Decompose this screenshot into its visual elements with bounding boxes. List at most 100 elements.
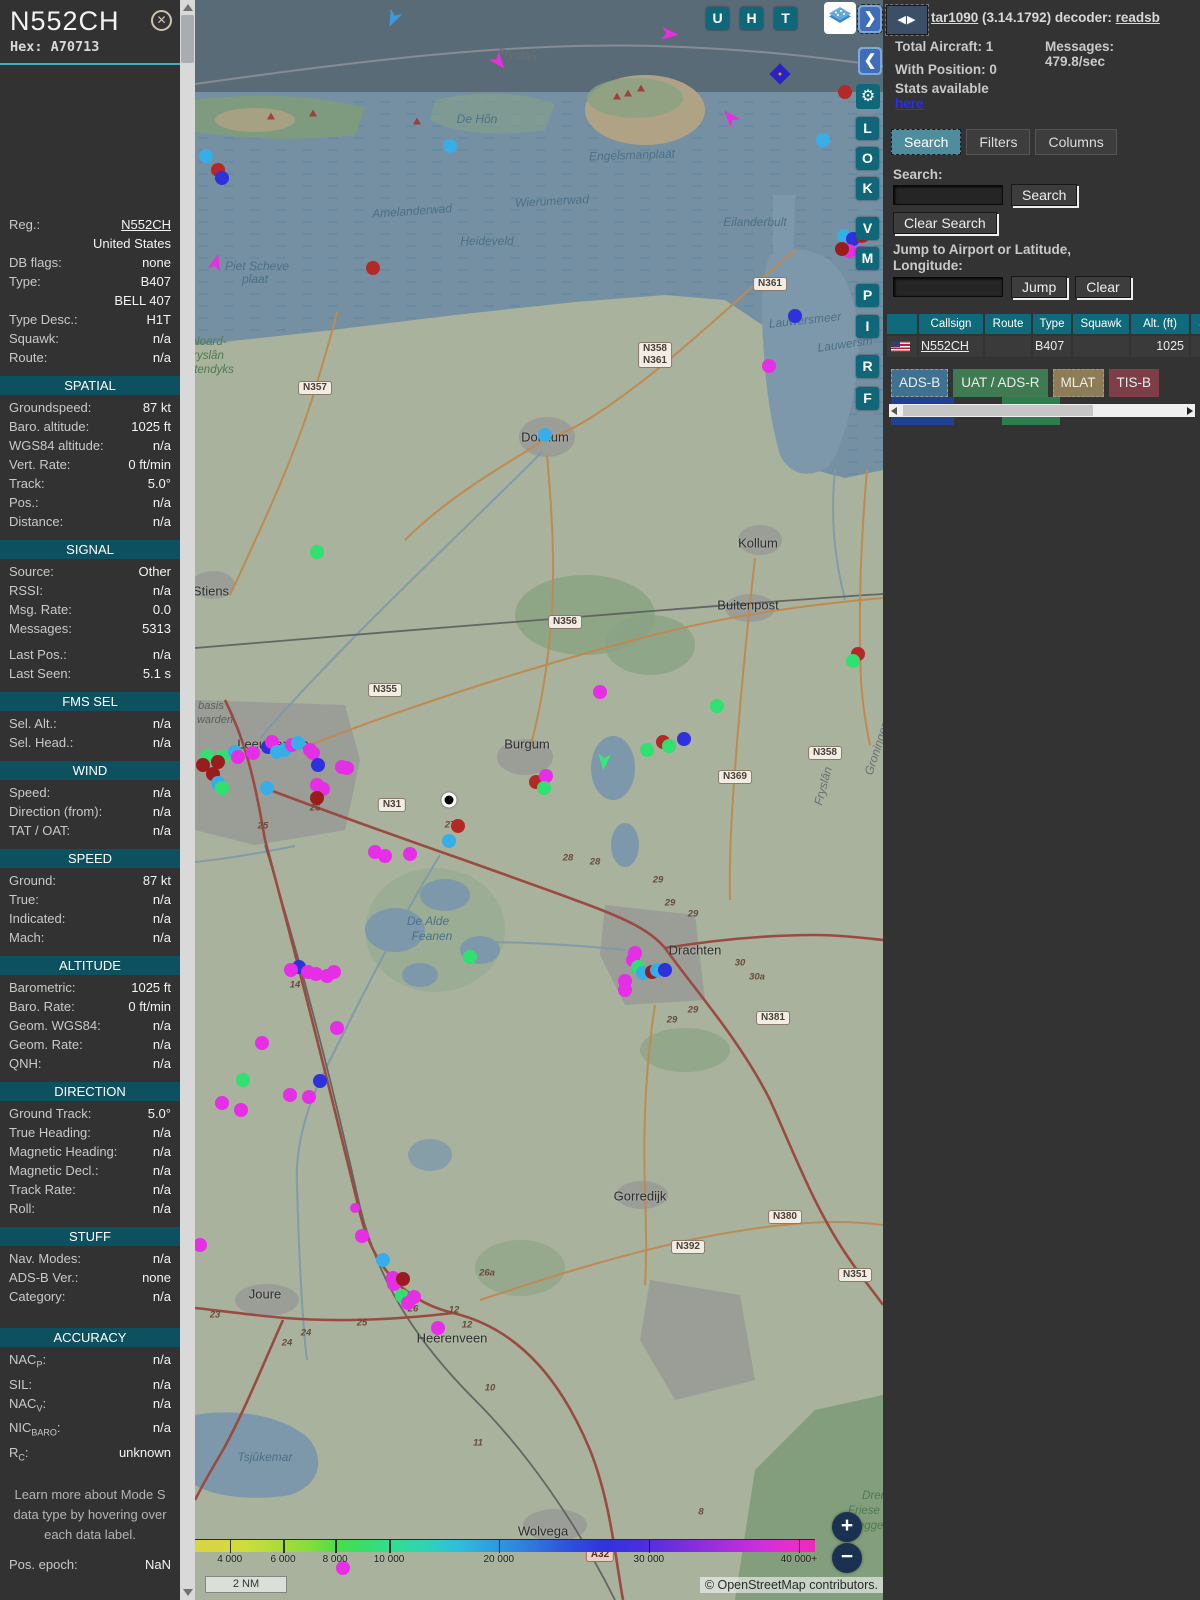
aircraft-dot[interactable] bbox=[838, 85, 852, 99]
aircraft-dot[interactable] bbox=[355, 1229, 369, 1243]
hscrollbar-thumb[interactable] bbox=[903, 405, 1093, 416]
aircraft-dot[interactable] bbox=[677, 732, 691, 746]
tab-search[interactable]: Search bbox=[891, 129, 962, 155]
sidebar-collapse-button[interactable]: ❮ bbox=[858, 47, 882, 75]
tab-columns[interactable]: Columns bbox=[1035, 129, 1117, 155]
aircraft-dot[interactable] bbox=[403, 847, 417, 861]
aircraft-dot[interactable] bbox=[442, 834, 456, 848]
aircraft-dot[interactable] bbox=[215, 171, 229, 185]
settings-button[interactable]: ⚙ bbox=[856, 84, 880, 109]
map-button-P[interactable]: P bbox=[856, 284, 879, 307]
column-header-Route[interactable]: Route bbox=[985, 314, 1031, 334]
aircraft-dot[interactable] bbox=[340, 761, 354, 775]
aircraft-dot[interactable] bbox=[846, 654, 860, 668]
aircraft-dot[interactable] bbox=[593, 685, 607, 699]
map-button-M[interactable]: M bbox=[856, 247, 879, 270]
aircraft-dot[interactable] bbox=[313, 1074, 327, 1088]
aircraft-dot[interactable] bbox=[396, 1272, 410, 1286]
sidebar-expand-button[interactable]: ❯ bbox=[857, 4, 883, 34]
aircraft-dot[interactable] bbox=[640, 743, 654, 757]
aircraft-dot[interactable] bbox=[376, 1253, 390, 1267]
aircraft-dot[interactable] bbox=[330, 1021, 344, 1035]
aircraft-dot[interactable] bbox=[255, 1036, 269, 1050]
column-header-flag[interactable] bbox=[887, 314, 917, 334]
aircraft-dot[interactable] bbox=[710, 699, 724, 713]
map-button-O[interactable]: O bbox=[856, 147, 879, 170]
scroll-right-icon[interactable] bbox=[1187, 407, 1193, 415]
map-button-I[interactable]: I bbox=[856, 315, 879, 338]
column-header-Callsign[interactable]: Callsign bbox=[919, 314, 983, 334]
jump-button[interactable]: Jump bbox=[1011, 276, 1068, 298]
map-button-F[interactable]: F bbox=[856, 387, 879, 410]
panel-toggle-button[interactable]: ◀▶ bbox=[885, 4, 929, 36]
jump-clear-button[interactable]: Clear bbox=[1075, 276, 1131, 298]
aircraft-dot[interactable] bbox=[366, 261, 380, 275]
column-header-Alt. (ft)[interactable]: Alt. (ft) bbox=[1131, 314, 1189, 334]
close-icon[interactable]: ✕ bbox=[151, 10, 172, 31]
filter-chip-uat-ads-r[interactable]: UAT / ADS-R bbox=[953, 369, 1048, 397]
aircraft-dot[interactable] bbox=[431, 1321, 445, 1335]
aircraft-dot[interactable] bbox=[236, 1073, 250, 1087]
zoom-in-button[interactable]: + bbox=[832, 1512, 862, 1542]
search-input[interactable] bbox=[893, 185, 1003, 205]
aircraft-dot[interactable] bbox=[231, 750, 245, 764]
aircraft-dot[interactable] bbox=[378, 849, 392, 863]
aircraft-dot[interactable] bbox=[537, 781, 551, 795]
aircraft-dot[interactable] bbox=[788, 309, 802, 323]
map-button-V[interactable]: V bbox=[856, 217, 879, 240]
scroll-down-icon[interactable] bbox=[183, 1589, 193, 1596]
readsb-link[interactable]: readsb bbox=[1116, 10, 1160, 25]
aircraft-dot[interactable] bbox=[816, 133, 830, 147]
aircraft-dot[interactable] bbox=[246, 746, 260, 760]
column-header-Type[interactable]: Type bbox=[1033, 314, 1071, 334]
aircraft-dot[interactable] bbox=[199, 149, 213, 163]
aircraft-dot[interactable] bbox=[215, 781, 229, 795]
map-button-K[interactable]: K bbox=[856, 177, 879, 200]
map[interactable]: StiensLeeuwardenDokkumKollumBuitenpostBu… bbox=[195, 0, 883, 1600]
aircraft-dot[interactable] bbox=[658, 963, 672, 977]
aircraft-dot[interactable] bbox=[350, 1203, 360, 1213]
table-horizontal-scrollbar[interactable] bbox=[889, 404, 1195, 417]
filter-chip-tis-b[interactable]: TIS-B bbox=[1108, 369, 1160, 397]
filter-chip-mlat[interactable]: MLAT bbox=[1052, 369, 1104, 397]
jump-input[interactable] bbox=[893, 277, 1003, 297]
scroll-left-icon[interactable] bbox=[891, 407, 897, 415]
aircraft-dot[interactable] bbox=[302, 1090, 316, 1104]
selected-aircraft-marker[interactable] bbox=[441, 792, 457, 808]
aircraft-dot[interactable] bbox=[618, 983, 632, 997]
map-button-T[interactable]: T bbox=[774, 7, 797, 30]
table-row[interactable]: N552CH B407 1025 bbox=[887, 336, 1200, 357]
tar1090-link[interactable]: tar1090 bbox=[931, 10, 978, 25]
aircraft-dot[interactable] bbox=[283, 1088, 297, 1102]
aircraft-dot[interactable] bbox=[443, 139, 457, 153]
stats-here-link[interactable]: here bbox=[895, 96, 924, 111]
aircraft-dot[interactable] bbox=[762, 359, 776, 373]
map-button-H[interactable]: H bbox=[740, 7, 763, 30]
filter-chip-ads-b[interactable]: ADS-B bbox=[891, 369, 949, 397]
search-button[interactable]: Search bbox=[1011, 184, 1078, 206]
aircraft-dot[interactable] bbox=[310, 545, 324, 559]
callsign-link[interactable]: N552CH bbox=[921, 339, 969, 353]
scrollbar-thumb[interactable] bbox=[181, 15, 194, 63]
aircraft-dot[interactable] bbox=[463, 950, 477, 964]
aircraft-dot[interactable] bbox=[662, 739, 676, 753]
registration-link[interactable]: N552CH bbox=[40, 215, 171, 234]
aircraft-dot[interactable] bbox=[215, 1096, 229, 1110]
tab-filters[interactable]: Filters bbox=[966, 129, 1031, 155]
aircraft-dot[interactable] bbox=[451, 819, 465, 833]
column-header-Spd.[interactable]: Spd. bbox=[1191, 314, 1200, 334]
map-button-U[interactable]: U bbox=[706, 7, 729, 30]
aircraft-dot[interactable] bbox=[311, 758, 325, 772]
zoom-out-button[interactable]: − bbox=[832, 1543, 862, 1573]
aircraft-dot[interactable] bbox=[310, 791, 324, 805]
aircraft-dot[interactable] bbox=[284, 963, 298, 977]
column-header-Squawk[interactable]: Squawk bbox=[1073, 314, 1129, 334]
map-button-L[interactable]: L bbox=[856, 117, 879, 140]
aircraft-dot[interactable] bbox=[327, 965, 341, 979]
callsign-cell[interactable]: N552CH bbox=[919, 336, 983, 357]
scroll-up-icon[interactable] bbox=[183, 4, 193, 11]
map-button-R[interactable]: R bbox=[856, 355, 879, 378]
map-attribution[interactable]: © OpenStreetMap contributors. bbox=[699, 1577, 883, 1593]
aircraft-dot[interactable] bbox=[835, 242, 849, 256]
aircraft-dot[interactable] bbox=[538, 428, 552, 442]
